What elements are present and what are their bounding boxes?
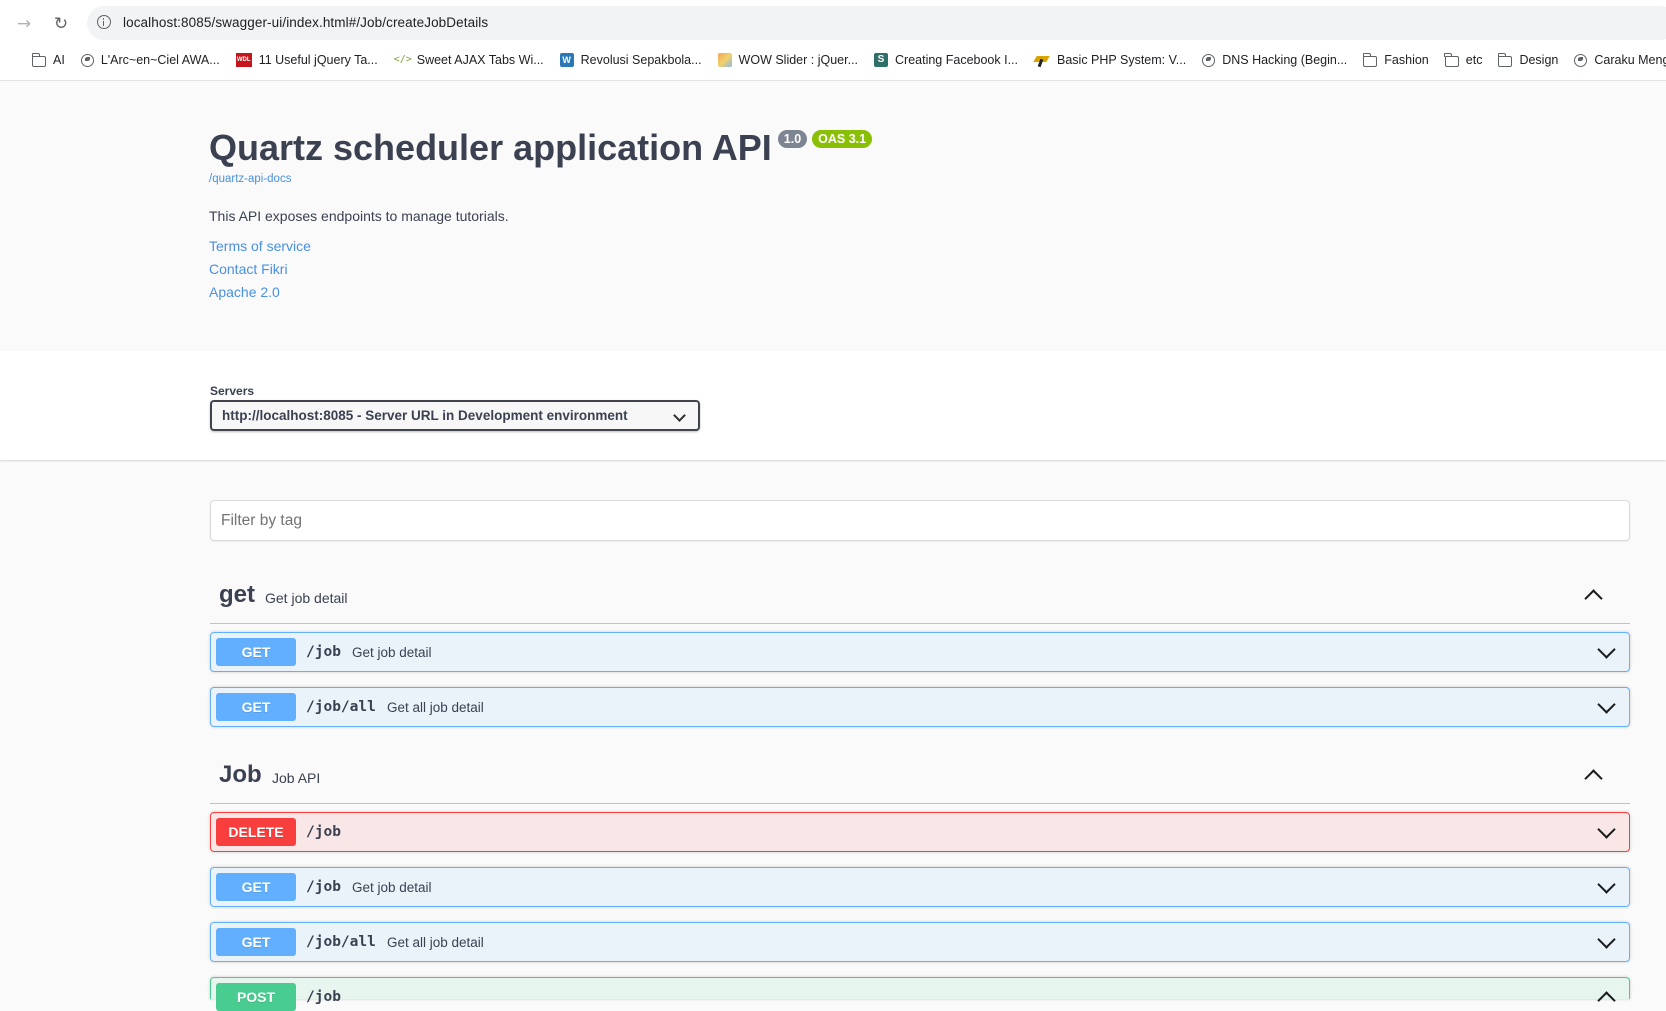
servers-selected-value: http://localhost:8085 - Server URL in De… [222,408,628,423]
site-icon: S [874,53,889,67]
operation-summary: Get job detail [352,645,432,660]
operation-path: /job [306,824,341,840]
bookmark-label: Fashion [1384,53,1429,67]
globe-icon [1574,53,1588,67]
operation-delete-job[interactable]: DELETE /job [210,812,1630,852]
tag-name: get [219,581,255,608]
bookmark-item[interactable]: Fashion [1362,52,1429,67]
site-icon: WDL [235,53,252,67]
method-badge: DELETE [216,818,296,846]
operation-get-job-all[interactable]: GET /job/all Get all job detail [210,922,1630,962]
chevron-down-icon[interactable] [1597,820,1616,839]
wordpress-icon: W [559,53,574,67]
chevron-up-icon[interactable] [1584,589,1603,608]
bookmark-label: Caraku Menghasilkan [1594,53,1666,67]
chevron-down-icon [673,409,686,422]
chevron-down-icon[interactable] [1597,640,1616,659]
api-description: This API exposes endpoints to manage tut… [209,208,509,224]
bookmark-label: WOW Slider : jQuer... [738,53,859,67]
servers-label: Servers [210,384,255,398]
bookmark-item[interactable]: Basic PHP System: V... [1034,53,1186,67]
bookmark-item[interactable]: WOW Slider : jQuer... [717,53,859,67]
operation-path: /job/all [306,699,376,715]
filter-input[interactable] [211,501,1629,540]
site-icon [1034,53,1050,67]
browser-toolbar: → ↻ localhost:8085/swagger-ui/index.html… [0,0,1666,81]
operation-summary: Get all job detail [387,935,484,950]
tag-description: Job API [272,770,321,786]
bookmark-item[interactable]: Caraku Menghasilkan [1574,53,1666,67]
api-title: Quartz scheduler application API [209,127,772,168]
folder-icon [1362,52,1378,67]
bookmark-label: Sweet AJAX Tabs Wi... [416,53,544,67]
bookmark-item[interactable]: etc [1444,52,1483,67]
filter-by-tag[interactable] [210,500,1630,541]
method-badge: GET [216,693,296,721]
address-bar[interactable]: localhost:8085/swagger-ui/index.html#/Jo… [87,6,1666,40]
title-row: Quartz scheduler application API 1.0 OAS… [209,126,873,170]
address-url[interactable]: localhost:8085/swagger-ui/index.html#/Jo… [123,15,488,30]
servers-section: Servers http://localhost:8085 - Server U… [0,351,1666,460]
site-icon [717,53,732,67]
tag-description: Get job detail [265,590,348,606]
bookmark-label: Basic PHP System: V... [1057,53,1187,67]
folder-icon [31,52,46,67]
method-badge: GET [216,928,296,956]
bookmark-label: 11 Useful jQuery Ta... [258,53,378,67]
forward-arrow-icon[interactable]: → [10,10,38,38]
operation-get-job[interactable]: GET /job Get job detail [210,632,1630,672]
bookmark-label: DNS Hacking (Begin... [1222,53,1348,67]
tag-header-get[interactable]: get Get job detail [210,567,1630,624]
bookmark-item[interactable]: S Creating Facebook I... [874,53,1018,67]
reload-icon[interactable]: ↻ [47,10,75,38]
bookmark-label: L'Arc~en~Ciel AWA... [100,53,220,67]
bookmark-item[interactable]: W Revolusi Sepakbola... [559,53,702,67]
method-badge: GET [216,638,296,666]
version-badge: 1.0 [777,130,808,148]
method-badge: GET [216,873,296,901]
bookmark-label: Revolusi Sepakbola... [580,53,702,67]
bookmark-item[interactable]: Design [1497,52,1559,67]
license-link[interactable]: Apache 2.0 [209,284,280,300]
operation-summary: Get job detail [352,880,432,895]
bookmarks-bar: AI L'Arc~en~Ciel AWA... WDL 11 Useful jQu… [0,46,1666,74]
contact-link[interactable]: Contact Fikri [209,261,288,277]
bookmark-item[interactable]: DNS Hacking (Begin... [1202,53,1347,67]
bookmark-label: etc [1465,53,1483,67]
servers-select[interactable]: http://localhost:8085 - Server URL in De… [210,400,700,431]
tag-name: Job [219,761,262,788]
chevron-up-icon[interactable] [1584,769,1603,788]
operation-get-job-all[interactable]: GET /job/all Get all job detail [210,687,1630,727]
bookmark-item[interactable]: L'Arc~en~Ciel AWA... [80,53,220,67]
operation-post-job[interactable]: POST /job [210,977,1630,1011]
operation-path: /job [306,989,341,1005]
api-info-section: Quartz scheduler application API 1.0 OAS… [0,81,1666,351]
oas-badge: OAS 3.1 [812,130,873,148]
bookmark-label: AI [53,53,65,67]
chevron-down-icon[interactable] [1597,930,1616,949]
bookmark-item[interactable]: WDL 11 Useful jQuery Ta... [235,53,378,67]
chevron-up-icon[interactable] [1597,991,1616,1010]
site-info-icon[interactable] [97,15,111,29]
operation-path: /job/all [306,934,376,950]
tag-header-job[interactable]: Job Job API [210,747,1630,804]
bookmark-label: Creating Facebook I... [895,53,1018,67]
chevron-down-icon[interactable] [1597,695,1616,714]
globe-icon [1202,53,1216,67]
operation-summary: Get all job detail [387,700,484,715]
code-icon: </> [393,54,412,65]
operation-path: /job [306,644,341,660]
terms-of-service-link[interactable]: Terms of service [209,238,311,254]
operation-path: /job [306,879,341,895]
folder-icon [1497,52,1513,67]
method-badge: POST [216,983,296,1011]
bookmark-item[interactable]: </> Sweet AJAX Tabs Wi... [394,53,544,67]
folder-icon [1444,52,1459,67]
bookmark-label: Design [1519,53,1559,67]
bookmark-item[interactable]: AI [31,52,65,67]
api-docs-link[interactable]: /quartz-api-docs [209,173,291,185]
chevron-down-icon[interactable] [1597,875,1616,894]
globe-icon [80,53,94,67]
operation-get-job[interactable]: GET /job Get job detail [210,867,1630,907]
